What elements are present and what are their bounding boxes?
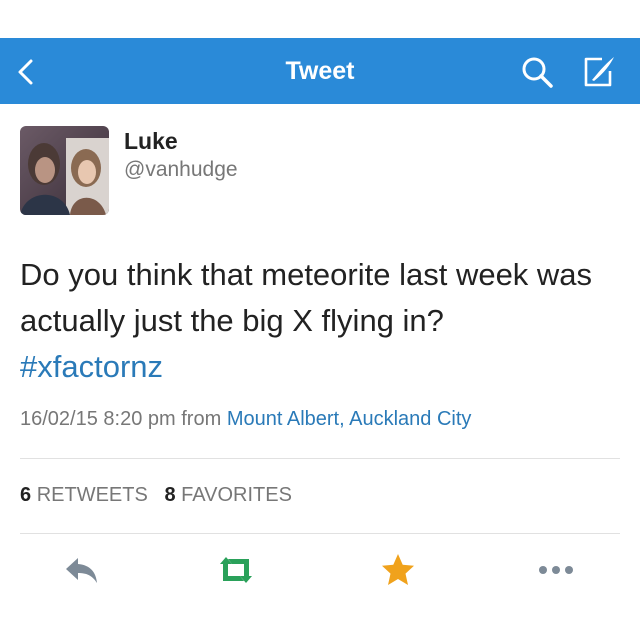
location-link[interactable]: Mount Albert, Auckland City — [227, 408, 472, 430]
author-handle[interactable]: @vanhudge — [124, 158, 238, 182]
divider — [20, 533, 620, 534]
more-icon[interactable] — [536, 550, 576, 590]
avatar[interactable] — [20, 126, 109, 215]
favorites-label[interactable]: FAVORITES — [181, 484, 292, 506]
tweet-meta: 16/02/15 8:20 pm from Mount Albert, Auck… — [20, 408, 471, 431]
compose-icon[interactable] — [580, 53, 618, 91]
reply-icon[interactable] — [62, 550, 102, 590]
tweet-stats: 6 RETWEETS 8 FAVORITES — [20, 484, 292, 507]
tweet-text: Do you think that meteorite last week wa… — [20, 252, 620, 390]
divider — [20, 458, 620, 459]
search-icon[interactable] — [518, 53, 556, 91]
timestamp: 16/02/15 8:20 pm — [20, 408, 176, 430]
favorites-count[interactable]: 8 — [164, 484, 175, 506]
retweets-count[interactable]: 6 — [20, 484, 31, 506]
star-icon[interactable] — [378, 550, 418, 590]
retweets-label[interactable]: RETWEETS — [37, 484, 148, 506]
tweet-body: Do you think that meteorite last week wa… — [20, 257, 593, 338]
from-label: from — [181, 408, 222, 430]
hashtag-link[interactable]: #xfactornz — [20, 349, 163, 384]
retweet-icon[interactable] — [216, 550, 256, 590]
author-name[interactable]: Luke — [124, 128, 178, 155]
nav-bar: Tweet — [0, 38, 640, 104]
